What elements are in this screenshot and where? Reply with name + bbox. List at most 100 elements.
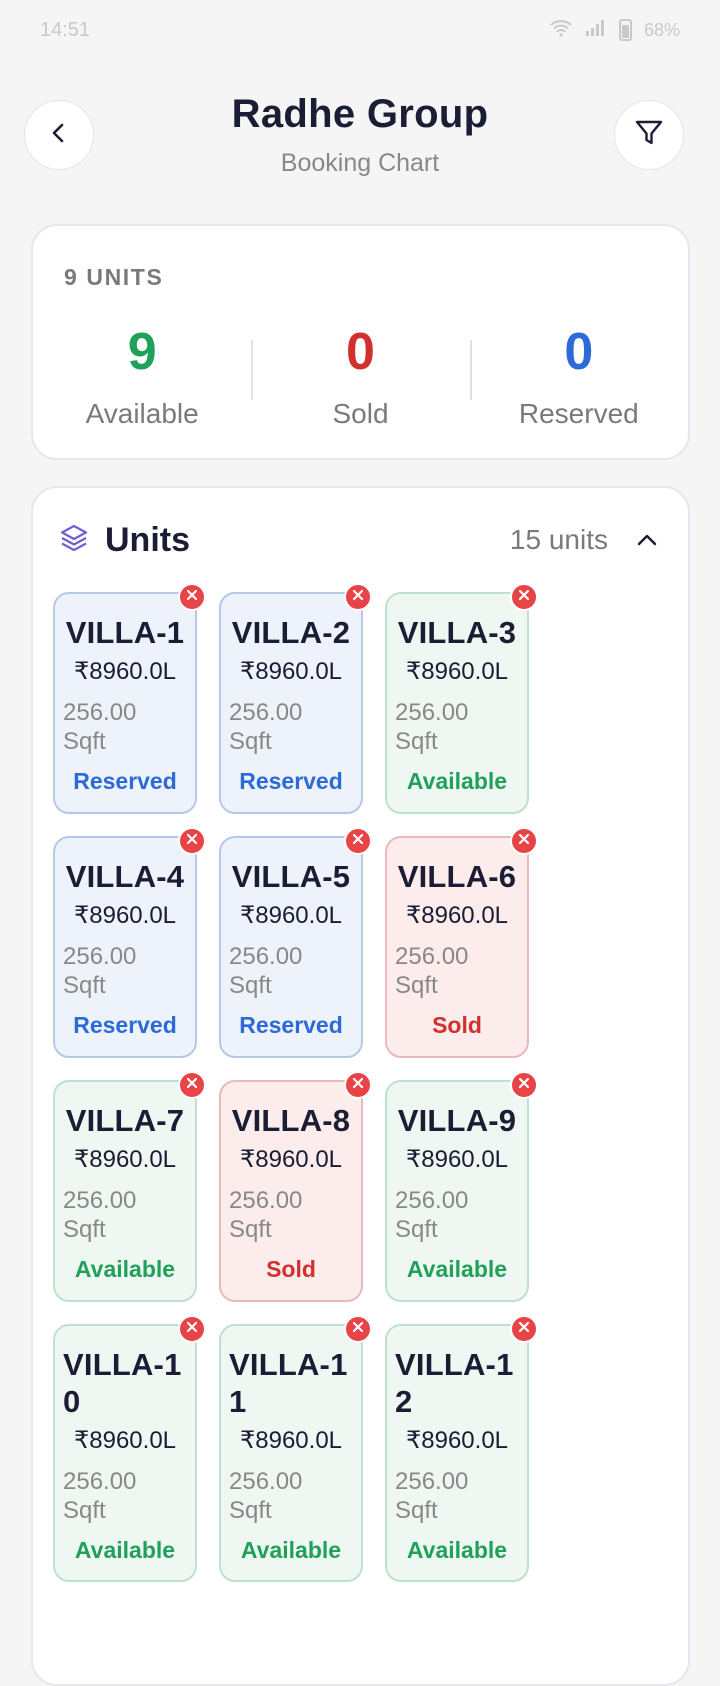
unit-name: VILLA-9 bbox=[397, 1103, 517, 1138]
unit-status: Reserved bbox=[239, 768, 343, 794]
remove-unit-button[interactable] bbox=[344, 1071, 372, 1099]
remove-unit-button[interactable] bbox=[178, 583, 206, 611]
unit-area: 256.00 Sqft bbox=[229, 943, 303, 999]
remove-unit-button[interactable] bbox=[178, 1071, 206, 1099]
layers-icon bbox=[59, 523, 89, 558]
unit-card[interactable]: VILLA-10 ₹8960.0L 256.00 Sqft Available bbox=[53, 1315, 206, 1582]
status-time: 14:51 bbox=[40, 18, 91, 41]
remove-unit-button[interactable] bbox=[344, 827, 372, 855]
unit-status: Sold bbox=[266, 1256, 316, 1282]
filter-icon bbox=[633, 117, 665, 154]
unit-card[interactable]: VILLA-5 ₹8960.0L 256.00 Sqft Reserved bbox=[219, 827, 372, 1058]
unit-area: 256.00 Sqft bbox=[395, 943, 469, 999]
unit-price: ₹8960.0L bbox=[73, 1427, 177, 1454]
battery-level: 68% bbox=[643, 19, 680, 40]
units-count: 15 units bbox=[509, 524, 608, 555]
unit-status: Reserved bbox=[73, 1012, 177, 1038]
chevron-up-icon[interactable] bbox=[634, 527, 660, 553]
remove-unit-button[interactable] bbox=[510, 827, 538, 855]
unit-card[interactable]: VILLA-3 ₹8960.0L 256.00 Sqft Available bbox=[385, 583, 538, 814]
unit-card[interactable]: VILLA-8 ₹8960.0L 256.00 Sqft Sold bbox=[219, 1071, 372, 1302]
unit-status: Available bbox=[240, 1537, 342, 1563]
unit-price: ₹8960.0L bbox=[405, 658, 509, 685]
unit-price: ₹8960.0L bbox=[239, 1146, 343, 1173]
unit-area: 256.00 Sqft bbox=[63, 1187, 137, 1243]
unit-area: 256.00 Sqft bbox=[229, 699, 303, 755]
unit-name: VILLA-4 bbox=[65, 859, 185, 894]
summary-card: 9 UNITS 9 Available 0 Sold 0 Reserved bbox=[31, 224, 690, 460]
remove-unit-button[interactable] bbox=[510, 1315, 538, 1343]
unit-area: 256.00 Sqft bbox=[229, 1468, 303, 1524]
summary-stats: 9 Available 0 Sold 0 Reserved bbox=[33, 320, 688, 430]
unit-card[interactable]: VILLA-12 ₹8960.0L 256.00 Sqft Available bbox=[385, 1315, 538, 1582]
unit-price: ₹8960.0L bbox=[73, 658, 177, 685]
remove-unit-button[interactable] bbox=[510, 1071, 538, 1099]
unit-price: ₹8960.0L bbox=[405, 1146, 509, 1173]
unit-name: VILLA-10 bbox=[63, 1347, 182, 1419]
unit-price: ₹8960.0L bbox=[405, 1427, 509, 1454]
unit-name: VILLA-8 bbox=[231, 1103, 351, 1138]
unit-price: ₹8960.0L bbox=[239, 1427, 343, 1454]
stat-label: Reserved bbox=[518, 398, 639, 429]
units-header[interactable]: Units 15 units bbox=[59, 516, 660, 564]
unit-area: 256.00 Sqft bbox=[229, 1187, 303, 1243]
unit-name: VILLA-7 bbox=[65, 1103, 185, 1138]
unit-card[interactable]: VILLA-7 ₹8960.0L 256.00 Sqft Available bbox=[53, 1071, 206, 1302]
status-bar: 14:51 68% bbox=[0, 0, 720, 60]
stat-sold: 0 Sold bbox=[251, 320, 469, 430]
unit-status: Reserved bbox=[239, 1012, 343, 1038]
close-icon bbox=[185, 1076, 199, 1095]
unit-price: ₹8960.0L bbox=[73, 1146, 177, 1173]
remove-unit-button[interactable] bbox=[344, 583, 372, 611]
page-subtitle: Booking Chart bbox=[280, 149, 440, 177]
unit-status: Available bbox=[406, 1537, 508, 1563]
filter-button[interactable] bbox=[614, 100, 684, 170]
header: Radhe Group Booking Chart bbox=[0, 88, 720, 188]
unit-status: Available bbox=[74, 1256, 176, 1282]
stat-available: 9 Available bbox=[33, 320, 251, 430]
unit-card[interactable]: VILLA-4 ₹8960.0L 256.00 Sqft Reserved bbox=[53, 827, 206, 1058]
remove-unit-button[interactable] bbox=[178, 1315, 206, 1343]
unit-card[interactable]: VILLA-6 ₹8960.0L 256.00 Sqft Sold bbox=[385, 827, 538, 1058]
close-icon bbox=[351, 832, 365, 851]
unit-area: 256.00 Sqft bbox=[63, 699, 137, 755]
unit-name: VILLA-6 bbox=[397, 859, 517, 894]
unit-price: ₹8960.0L bbox=[405, 902, 509, 929]
stat-value: 0 bbox=[346, 323, 375, 381]
signal-icon bbox=[585, 19, 607, 42]
units-card: Units 15 units VILLA-1 ₹8960.0L 256.00 S… bbox=[31, 486, 690, 1686]
unit-card[interactable]: VILLA-1 ₹8960.0L 256.00 Sqft Reserved bbox=[53, 583, 206, 814]
close-icon bbox=[351, 588, 365, 607]
close-icon bbox=[517, 832, 531, 851]
unit-name: VILLA-2 bbox=[231, 615, 351, 650]
close-icon bbox=[185, 1320, 199, 1339]
close-icon bbox=[185, 588, 199, 607]
page-title: Radhe Group bbox=[231, 92, 489, 136]
stat-reserved: 0 Reserved bbox=[469, 320, 688, 430]
unit-card[interactable]: VILLA-11 ₹8960.0L 256.00 Sqft Available bbox=[219, 1315, 372, 1582]
unit-price: ₹8960.0L bbox=[239, 902, 343, 929]
remove-unit-button[interactable] bbox=[178, 827, 206, 855]
unit-name: VILLA-1 bbox=[65, 615, 185, 650]
units-summary-label: 9 UNITS bbox=[64, 264, 164, 290]
stat-value: 9 bbox=[127, 323, 157, 381]
status-icons: 68% bbox=[549, 19, 680, 42]
remove-unit-button[interactable] bbox=[510, 583, 538, 611]
unit-status: Available bbox=[406, 1256, 508, 1282]
remove-unit-button[interactable] bbox=[344, 1315, 372, 1343]
battery-icon bbox=[618, 19, 632, 41]
unit-status: Available bbox=[406, 768, 508, 794]
close-icon bbox=[351, 1076, 365, 1095]
unit-card[interactable]: VILLA-9 ₹8960.0L 256.00 Sqft Available bbox=[385, 1071, 538, 1302]
unit-card[interactable]: VILLA-2 ₹8960.0L 256.00 Sqft Reserved bbox=[219, 583, 372, 814]
unit-name: VILLA-11 bbox=[229, 1347, 348, 1419]
stat-label: Sold bbox=[332, 398, 389, 429]
unit-name: VILLA-3 bbox=[397, 615, 517, 650]
unit-status: Available bbox=[74, 1537, 176, 1563]
unit-name: VILLA-5 bbox=[231, 859, 351, 894]
close-icon bbox=[517, 1076, 531, 1095]
close-icon bbox=[185, 832, 199, 851]
unit-status: Sold bbox=[432, 1012, 482, 1038]
unit-area: 256.00 Sqft bbox=[63, 943, 137, 999]
unit-area: 256.00 Sqft bbox=[63, 1468, 137, 1524]
